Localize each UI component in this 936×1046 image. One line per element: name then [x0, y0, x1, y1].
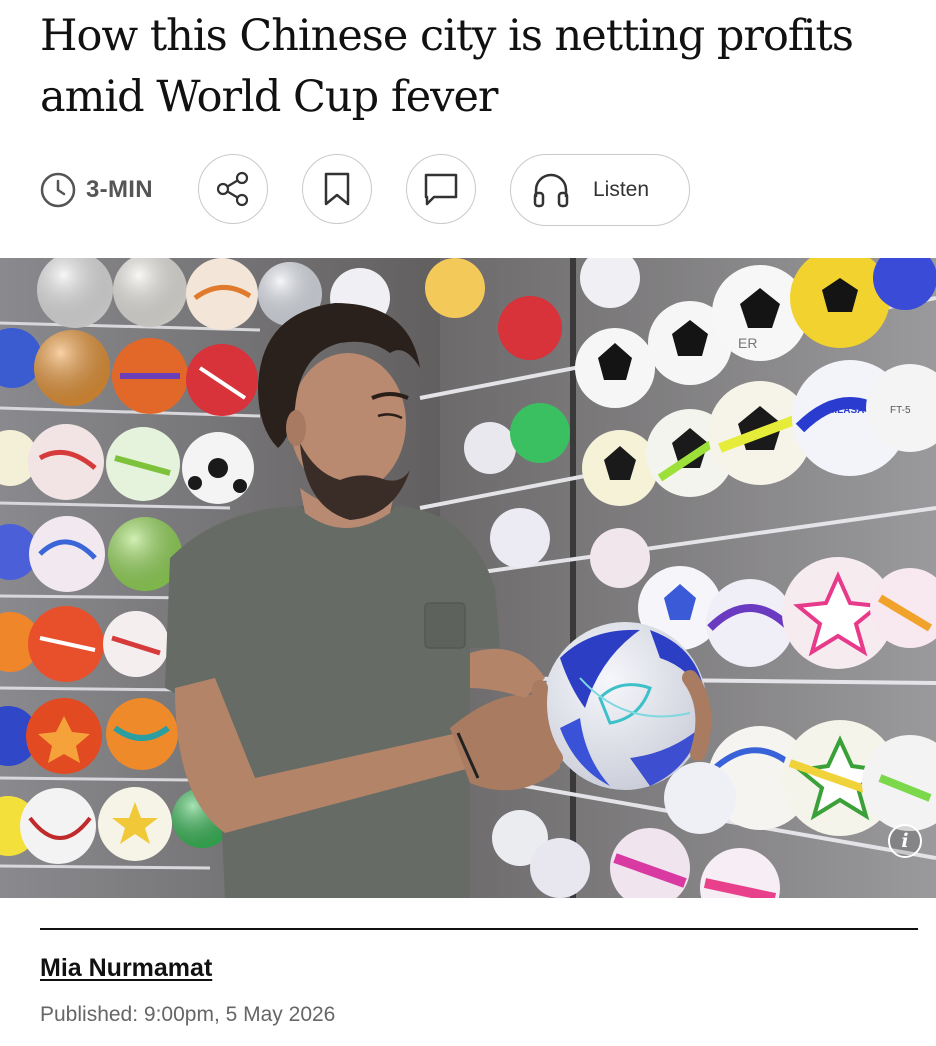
share-button[interactable] [198, 154, 268, 224]
author-link[interactable]: Mia Nurmamat [40, 954, 212, 983]
ball-print-3: FT-5 [890, 405, 911, 416]
article-toolbar: 3-MIN Listen [40, 154, 900, 226]
article-headline: How this Chinese city is netting profits… [40, 11, 854, 122]
headphones-icon [533, 173, 569, 208]
byline-divider [40, 928, 918, 930]
listen-button[interactable]: Listen [510, 154, 690, 226]
read-time-label: 3-MIN [86, 176, 153, 203]
hero-image: ER MILASA FT-5 i [0, 258, 936, 898]
share-icon [216, 171, 249, 207]
hero-photo: ER MILASA FT-5 [0, 258, 936, 898]
bookmark-button[interactable] [302, 154, 372, 224]
clock-icon [40, 172, 76, 208]
comment-icon [424, 173, 458, 206]
bookmark-icon [324, 172, 350, 206]
listen-label: Listen [593, 178, 650, 201]
read-time: 3-MIN [40, 154, 153, 226]
ball-print-2: MILASA [826, 405, 864, 416]
ball-print-1: ER [738, 335, 757, 351]
published-date: Published: 9:00pm, 5 May 2026 [40, 1003, 336, 1026]
comment-button[interactable] [406, 154, 476, 224]
info-button[interactable]: i [888, 824, 922, 858]
